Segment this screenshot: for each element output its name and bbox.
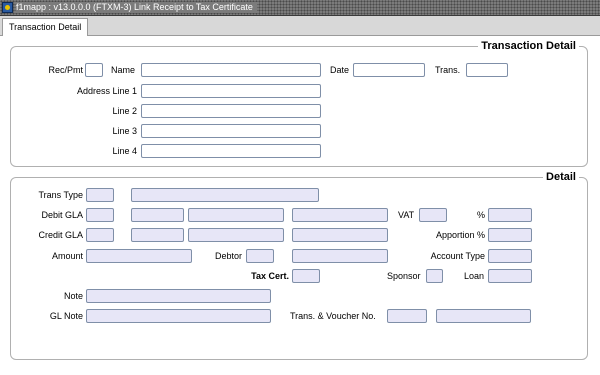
tab-content: Transaction Detail Rec/Pmt Name Date Tra…: [0, 36, 600, 375]
loan-label: Loan: [464, 271, 485, 281]
date-field[interactable]: [353, 63, 425, 77]
window-titlebar[interactable]: f1mapp : v13.0.0.0 (FTXM-3) Link Receipt…: [0, 0, 600, 16]
trans-number-field[interactable]: [387, 309, 427, 323]
address-line-1-label: Address Line 1: [76, 86, 137, 96]
debit-gla-field-1[interactable]: [86, 208, 114, 222]
vat-label: VAT: [398, 210, 415, 220]
line-2-label: Line 2: [112, 106, 137, 116]
detail-group: Detail Trans Type Debit GLA VAT % Credit…: [10, 171, 588, 360]
rec-pmt-label: Rec/Pmt: [48, 65, 83, 75]
percent-label: %: [477, 210, 486, 220]
loan-field[interactable]: [488, 269, 532, 283]
line-4-label: Line 4: [112, 146, 137, 156]
percent-field[interactable]: [488, 208, 532, 222]
trans-type-label: Trans Type: [38, 190, 83, 200]
credit-gla-field-2[interactable]: [131, 228, 184, 242]
window-title: f1mapp : v13.0.0.0 (FTXM-3) Link Receipt…: [16, 2, 257, 13]
name-label: Name: [111, 65, 136, 75]
line-3-field[interactable]: [141, 124, 321, 138]
credit-gla-description-field[interactable]: [292, 228, 388, 242]
trans-type-description-field[interactable]: [131, 188, 319, 202]
detail-title: Detail: [543, 171, 579, 184]
apportion-field[interactable]: [488, 228, 532, 242]
debit-gla-label: Debit GLA: [41, 210, 83, 220]
transaction-detail-group: Transaction Detail Rec/Pmt Name Date Tra…: [10, 40, 588, 167]
vat-field[interactable]: [419, 208, 447, 222]
account-type-field[interactable]: [488, 249, 532, 263]
sponsor-label: Sponsor: [387, 271, 421, 281]
line-4-field[interactable]: [141, 144, 321, 158]
name-field[interactable]: [141, 63, 321, 77]
application-icon: [2, 2, 13, 13]
debtor-field[interactable]: [246, 249, 274, 263]
credit-gla-label: Credit GLA: [38, 230, 83, 240]
line-2-field[interactable]: [141, 104, 321, 118]
address-line-1-field[interactable]: [141, 84, 321, 98]
trans-field[interactable]: [466, 63, 508, 77]
voucher-number-field[interactable]: [436, 309, 531, 323]
gl-note-field[interactable]: [86, 309, 271, 323]
account-type-label: Account Type: [430, 251, 485, 261]
tab-strip: Transaction Detail: [0, 16, 600, 36]
apportion-label: Apportion %: [435, 230, 485, 240]
tax-cert-field[interactable]: [292, 269, 320, 283]
credit-gla-field-1[interactable]: [86, 228, 114, 242]
debit-gla-field-3[interactable]: [188, 208, 284, 222]
gl-note-label: GL Note: [49, 311, 83, 321]
debit-gla-description-field[interactable]: [292, 208, 388, 222]
credit-gla-field-3[interactable]: [188, 228, 284, 242]
sponsor-field[interactable]: [426, 269, 443, 283]
note-label: Note: [63, 291, 83, 301]
tax-cert-label: Tax Cert.: [251, 271, 289, 281]
tab-transaction-detail[interactable]: Transaction Detail: [2, 18, 89, 36]
amount-field[interactable]: [86, 249, 192, 263]
note-field[interactable]: [86, 289, 271, 303]
transaction-detail-title: Transaction Detail: [478, 40, 579, 53]
debtor-label: Debtor: [215, 251, 243, 261]
amount-label: Amount: [51, 251, 83, 261]
debit-gla-field-2[interactable]: [131, 208, 184, 222]
debtor-description-field[interactable]: [292, 249, 388, 263]
trans-voucher-label: Trans. & Voucher No.: [290, 311, 376, 321]
line-3-label: Line 3: [112, 126, 137, 136]
date-label: Date: [330, 65, 350, 75]
rec-pmt-field[interactable]: [85, 63, 103, 77]
trans-label: Trans.: [435, 65, 461, 75]
trans-type-code-field[interactable]: [86, 188, 114, 202]
